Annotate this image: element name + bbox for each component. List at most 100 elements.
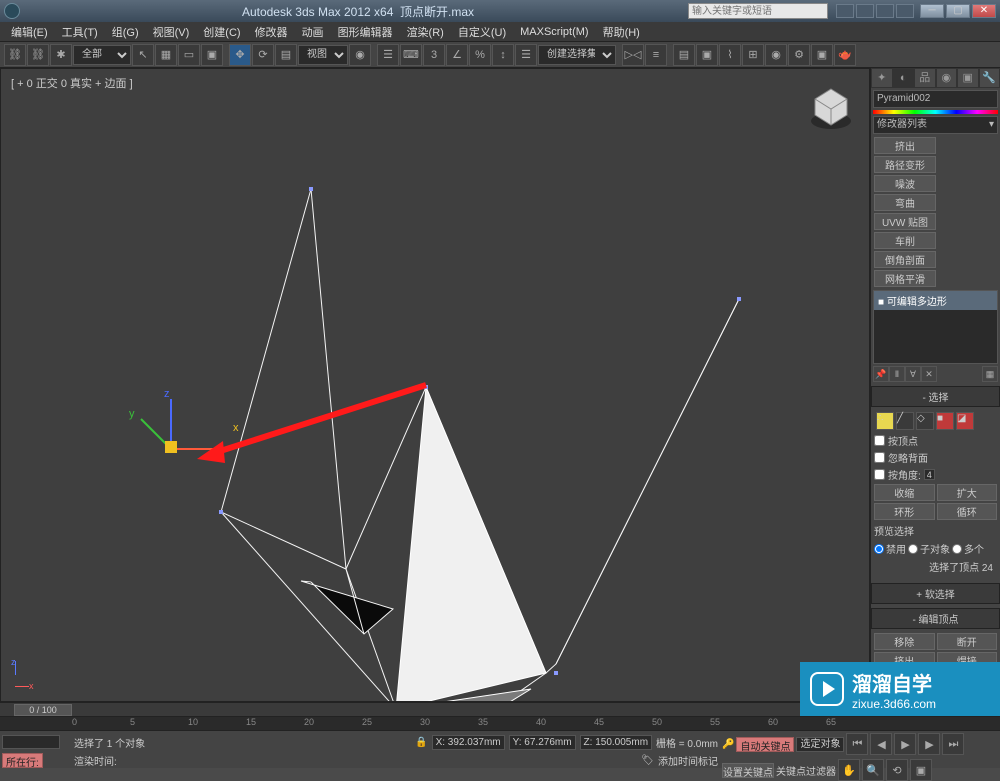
edge-mode-icon[interactable]: ╱	[896, 412, 914, 430]
close-button[interactable]: ✕	[972, 4, 996, 18]
nav-orbit-icon[interactable]: ⟲	[886, 759, 908, 781]
mod-bevel-profile[interactable]: 倒角剖面	[874, 251, 936, 268]
layers-icon[interactable]: ▤	[673, 44, 695, 66]
angle-input[interactable]	[924, 469, 935, 480]
mod-lathe[interactable]: 车削	[874, 232, 936, 249]
create-tab-icon[interactable]: ✦	[871, 68, 893, 88]
material-editor-icon[interactable]: ◉	[765, 44, 787, 66]
snap-toggle-icon[interactable]: 3	[423, 44, 445, 66]
select-region-icon[interactable]: ▭	[178, 44, 200, 66]
key-icon[interactable]: 🔑	[722, 739, 734, 750]
motion-tab-icon[interactable]: ◉	[936, 68, 958, 88]
auto-key-button[interactable]: 自动关键点	[736, 737, 794, 752]
remove-mod-icon[interactable]: ✕	[921, 366, 937, 382]
nav-zoom-icon[interactable]: 🔍	[862, 759, 884, 781]
rollout-softsel-header[interactable]: + 软选择	[871, 583, 1000, 604]
selected-obj-dropdown[interactable]: 选定对象	[796, 737, 844, 752]
viewcube[interactable]	[807, 83, 855, 131]
spinner-snap-icon[interactable]: ↕	[492, 44, 514, 66]
mod-noise[interactable]: 噪波	[874, 175, 936, 192]
menu-render[interactable]: 渲染(R)	[400, 24, 451, 40]
ignore-backface-check[interactable]: 忽略背面	[874, 449, 997, 466]
maxscript-mini-listener[interactable]	[2, 735, 60, 749]
menu-edit[interactable]: 编辑(E)	[4, 24, 55, 40]
coord-y[interactable]: Y: 67.276mm	[509, 735, 576, 750]
menu-graph[interactable]: 图形编辑器	[331, 24, 400, 40]
modifier-stack[interactable]: ■ 可编辑多边形	[873, 290, 998, 364]
menu-help[interactable]: 帮助(H)	[596, 24, 647, 40]
break-button[interactable]: 断开	[937, 633, 998, 650]
object-color-bar[interactable]	[873, 110, 998, 114]
configure-sets-icon[interactable]: ▦	[982, 366, 998, 382]
menu-tools[interactable]: 工具(T)	[55, 24, 105, 40]
prev-frame-icon[interactable]: ◀	[870, 733, 892, 755]
keyboard-icon[interactable]: ⌨	[400, 44, 422, 66]
info-icon[interactable]	[836, 4, 854, 18]
border-mode-icon[interactable]: ◇	[916, 412, 934, 430]
edit-selset-icon[interactable]: ☰	[515, 44, 537, 66]
nav-max-icon[interactable]: ▣	[910, 759, 932, 781]
minimize-button[interactable]: ─	[920, 4, 944, 18]
goto-start-icon[interactable]: ⏮	[846, 733, 868, 755]
loop-button[interactable]: 循环	[937, 503, 998, 520]
bind-icon[interactable]: ✱	[50, 44, 72, 66]
modifier-list-dropdown[interactable]: 修改器列表▾	[873, 116, 998, 134]
menu-animation[interactable]: 动画	[295, 24, 331, 40]
time-tag-icon[interactable]: 🏷	[641, 755, 654, 766]
ref-coord-dropdown[interactable]: 视图	[298, 45, 348, 65]
rotate-icon[interactable]: ⟳	[252, 44, 274, 66]
rollout-editvert-header[interactable]: - 编辑顶点	[871, 608, 1000, 629]
angle-snap-icon[interactable]: ∠	[446, 44, 468, 66]
preview-subobj-radio[interactable]	[908, 544, 918, 554]
curve-editor-icon[interactable]: ⌇	[719, 44, 741, 66]
rollout-select-header[interactable]: - 选择	[871, 386, 1000, 407]
menu-create[interactable]: 创建(C)	[196, 24, 247, 40]
by-vertex-check[interactable]: 按顶点	[874, 432, 997, 449]
select-name-icon[interactable]: ▦	[155, 44, 177, 66]
selection-filter-dropdown[interactable]: 全部	[73, 45, 131, 65]
mod-bend[interactable]: 弯曲	[874, 194, 936, 211]
menu-group[interactable]: 组(G)	[105, 24, 146, 40]
named-selection-dropdown[interactable]: 创建选择集	[538, 45, 616, 65]
vertex-mode-icon[interactable]: ∴	[876, 412, 894, 430]
modify-tab-icon[interactable]: ◐	[893, 68, 915, 88]
ring-button[interactable]: 环形	[874, 503, 935, 520]
menu-modifiers[interactable]: 修改器	[248, 24, 295, 40]
maximize-button[interactable]: ▢	[946, 4, 970, 18]
window-cross-icon[interactable]: ▣	[201, 44, 223, 66]
mod-extrude[interactable]: 挤出	[874, 137, 936, 154]
shrink-button[interactable]: 收缩	[874, 484, 935, 501]
manipulate-icon[interactable]: ☰	[377, 44, 399, 66]
set-key-button[interactable]: 设置关键点	[722, 763, 774, 778]
pin-stack-icon[interactable]: 📌	[873, 366, 889, 382]
render-frame-icon[interactable]: ▣	[811, 44, 833, 66]
unlink-icon[interactable]: ⛓	[27, 44, 49, 66]
goto-end-icon[interactable]: ⏭	[942, 733, 964, 755]
schematic-icon[interactable]: ⊞	[742, 44, 764, 66]
add-time-tag[interactable]: 添加时间标记	[658, 753, 718, 768]
menu-views[interactable]: 视图(V)	[146, 24, 197, 40]
percent-snap-icon[interactable]: %	[469, 44, 491, 66]
viewport-label[interactable]: [ + 0 正交 0 真实 + 边面 ]	[11, 75, 133, 91]
remove-button[interactable]: 移除	[874, 633, 935, 650]
polygon-mode-icon[interactable]: ■	[936, 412, 954, 430]
display-tab-icon[interactable]: ▣	[957, 68, 979, 88]
stack-item-editable-poly[interactable]: ■ 可编辑多边形	[874, 291, 997, 310]
mod-path-deform[interactable]: 路径变形	[874, 156, 936, 173]
app-logo-icon[interactable]	[4, 3, 20, 19]
lock-icon[interactable]: 🔒	[415, 737, 427, 748]
menu-customize[interactable]: 自定义(U)	[451, 24, 513, 40]
time-slider-handle[interactable]: 0 / 100	[14, 704, 72, 716]
mirror-icon[interactable]: ▷◁	[622, 44, 644, 66]
play-icon[interactable]: ▶	[894, 733, 916, 755]
move-icon[interactable]: ✥	[229, 44, 251, 66]
help-icon[interactable]	[896, 4, 914, 18]
settings-icon[interactable]	[876, 4, 894, 18]
nav-pan-icon[interactable]: ✋	[838, 759, 860, 781]
coord-x[interactable]: X: 392.037mm	[432, 735, 505, 750]
pivot-icon[interactable]: ◉	[349, 44, 371, 66]
coord-z[interactable]: Z: 150.005mm	[580, 735, 652, 750]
time-ruler[interactable]: 05101520253035404550556065	[0, 716, 1000, 730]
select-icon[interactable]: ↖	[132, 44, 154, 66]
show-end-icon[interactable]: Ⅱ	[889, 366, 905, 382]
